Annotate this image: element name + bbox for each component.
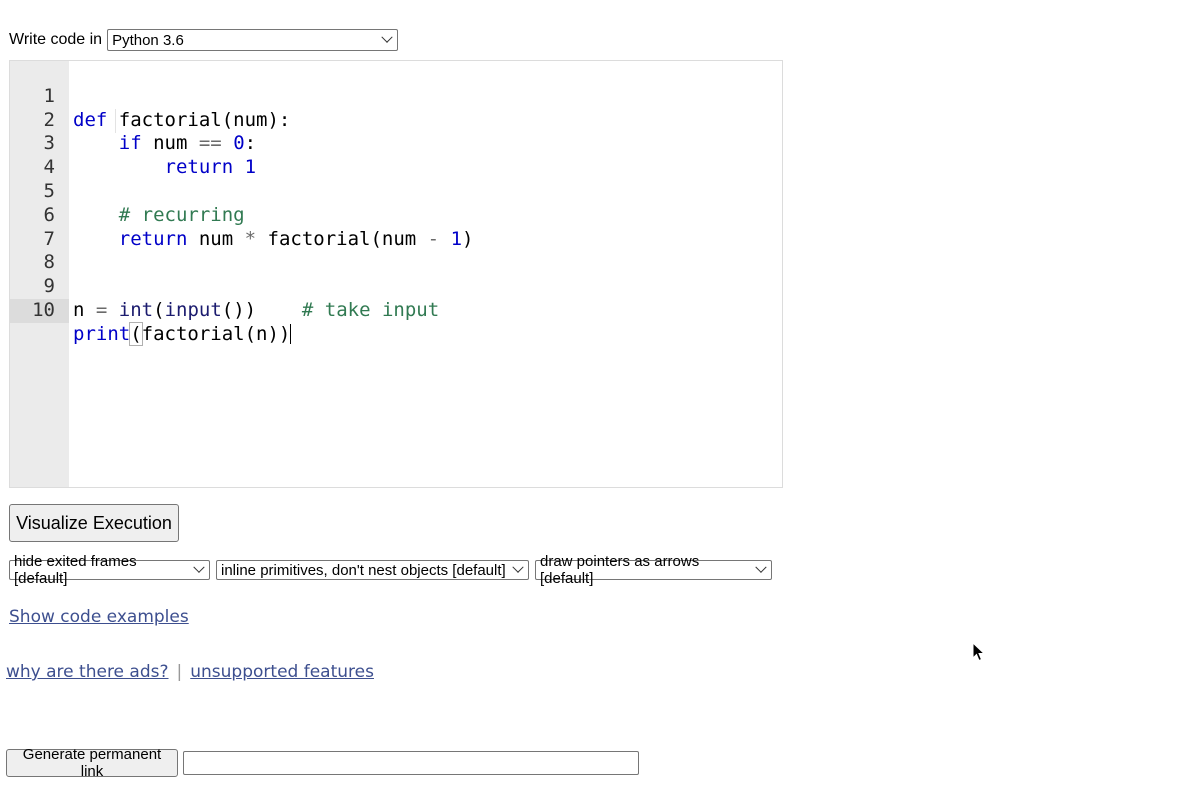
code-line: 5 # recurring [10, 156, 782, 226]
pointers-option-select[interactable]: draw pointers as arrows [default] [535, 553, 772, 587]
matching-bracket: ( [129, 321, 143, 346]
frames-option-select[interactable]: hide exited frames [default] [9, 553, 210, 587]
code-line: 2 if num == 0: [10, 85, 782, 155]
code-line: 6 return num * factorial(num - 1) [10, 180, 782, 250]
chevron-down-icon [381, 31, 393, 43]
code-line: 8 [10, 228, 782, 273]
code-editor[interactable]: 1 def factorial(num): 2 if num == 0: 3 r… [9, 60, 783, 488]
why-ads-link[interactable]: why are there ads? [6, 662, 169, 682]
line-code: n = int(input()) # take input [73, 298, 440, 321]
code-line-active: 10 print(factorial(n)) [10, 275, 782, 346]
language-label: Write code in [9, 31, 103, 48]
text-cursor [290, 324, 292, 345]
options-row: hide exited frames [default] inline prim… [9, 553, 772, 587]
unsupported-features-link[interactable]: unsupported features [190, 662, 374, 682]
language-selector-row: Write code in Python 3.6 [9, 29, 399, 51]
code-line: 7 [10, 204, 782, 250]
chevron-down-icon [193, 561, 205, 573]
code-line: 3 return 1 [10, 109, 782, 178]
generate-permanent-link-button[interactable]: Generate permanent link [6, 746, 178, 780]
mouse-pointer-icon [972, 642, 986, 662]
code-lines: 1 def factorial(num): 2 if num == 0: 3 r… [10, 61, 782, 346]
chevron-down-icon [512, 561, 524, 573]
language-select[interactable]: Python 3.6 [107, 29, 399, 51]
link-separator: | [176, 662, 183, 682]
show-code-examples-link[interactable]: Show code examples [9, 607, 189, 627]
code-line: 1 def factorial(num): [10, 61, 782, 131]
footer-links: why are there ads? | unsupported feature… [6, 662, 374, 682]
code-line: 4 [10, 132, 782, 178]
visualize-execution-button[interactable]: Visualize Execution [9, 504, 179, 542]
language-select-value: Python 3.6 [112, 31, 184, 49]
primitives-option-select[interactable]: inline primitives, don't nest objects [d… [216, 560, 529, 580]
code-line: 9 n = int(input()) # take input [10, 251, 782, 321]
permanent-link-input[interactable] [183, 751, 639, 775]
chevron-down-icon [755, 561, 767, 573]
line-number: 10 [10, 298, 69, 323]
line-code: print(factorial(n)) [73, 321, 292, 346]
